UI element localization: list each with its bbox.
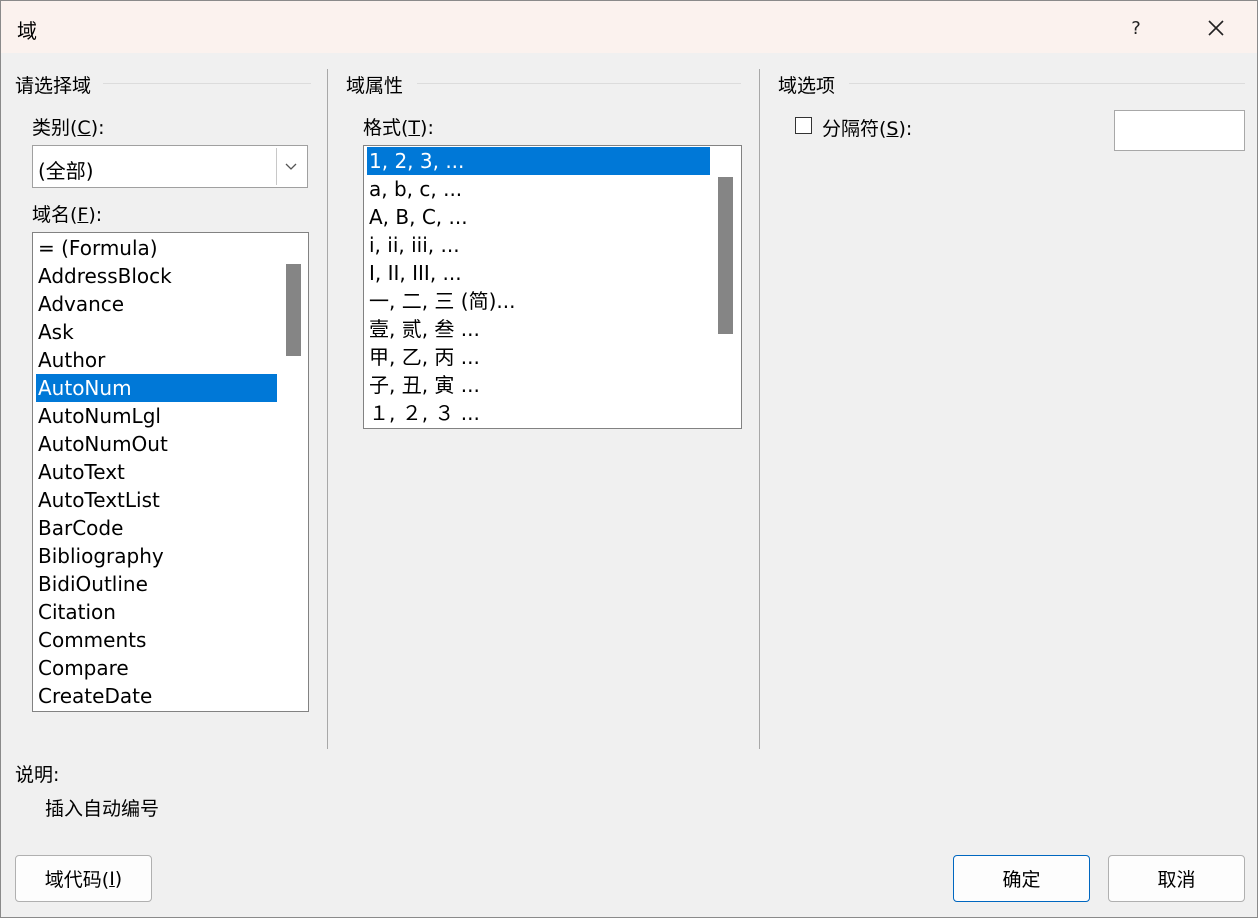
list-item[interactable]: = (Formula) xyxy=(36,234,277,262)
list-item[interactable]: Bibliography xyxy=(36,542,277,570)
help-button[interactable]: ? xyxy=(1113,9,1159,47)
field-name-label: 域名(F): xyxy=(32,204,103,226)
list-item[interactable]: BidiOutline xyxy=(36,570,277,598)
field-properties-heading: 域属性 xyxy=(346,75,404,97)
category-dropdown[interactable]: (全部) xyxy=(32,145,308,188)
separator-label: 分隔符(S): xyxy=(822,118,913,140)
section-divider xyxy=(849,83,1245,84)
column-divider xyxy=(327,69,328,749)
chevron-down-icon[interactable] xyxy=(276,148,305,185)
list-item[interactable]: I, II, III, ... xyxy=(367,259,710,287)
list-item[interactable]: AddressBlock xyxy=(36,262,277,290)
list-item[interactable]: BarCode xyxy=(36,514,277,542)
description-text: 插入自动编号 xyxy=(45,798,160,820)
list-item[interactable]: CreateDate xyxy=(36,682,277,710)
category-value: (全部) xyxy=(38,159,94,183)
list-item[interactable]: A, B, C, ... xyxy=(367,203,710,231)
list-item[interactable]: 壹, 贰, 叁 ... xyxy=(367,315,710,343)
list-item[interactable]: 1, 2, 3, ... xyxy=(367,147,710,175)
list-item[interactable]: AutoTextList xyxy=(36,486,277,514)
field-name-list[interactable]: = (Formula) AddressBlock Advance Ask Author A… xyxy=(32,232,309,712)
column-divider xyxy=(759,69,760,749)
title-bar: 域 ? xyxy=(1,1,1257,53)
close-button[interactable] xyxy=(1193,9,1239,47)
field-options-heading: 域选项 xyxy=(778,75,836,97)
description-label: 说明: xyxy=(15,764,60,786)
list-item[interactable]: i, ii, iii, ... xyxy=(367,231,710,259)
section-divider xyxy=(417,83,741,84)
list-item[interactable]: a, b, c, ... xyxy=(367,175,710,203)
list-item[interactable]: Advance xyxy=(36,290,277,318)
list-item[interactable]: Ask xyxy=(36,318,277,346)
separator-input[interactable] xyxy=(1114,110,1245,151)
field-dialog: 域 ? 请选择域 类别(C): (全部) 域名(F): = (Formula) A… xyxy=(0,0,1258,918)
list-item[interactable]: １, ２, ３ ... xyxy=(367,399,710,427)
format-list[interactable]: 1, 2, 3, ... a, b, c, ... A, B, C, ... i, i… xyxy=(363,145,742,429)
category-label: 类别(C): xyxy=(32,117,105,139)
field-list-scrollbar-thumb[interactable] xyxy=(286,264,301,356)
ok-button[interactable]: 确定 xyxy=(953,855,1090,902)
list-item[interactable]: Author xyxy=(36,346,277,374)
list-item[interactable]: 子, 丑, 寅 ... xyxy=(367,371,710,399)
list-item[interactable]: 甲, 乙, 丙 ... xyxy=(367,343,710,371)
list-item[interactable]: 一, 二, 三 (简)... xyxy=(367,287,710,315)
close-icon xyxy=(1208,20,1224,36)
list-item[interactable]: Compare xyxy=(36,654,277,682)
dialog-title: 域 xyxy=(17,19,37,43)
section-divider xyxy=(103,83,311,84)
field-codes-button[interactable]: 域代码(I) xyxy=(15,855,152,902)
select-field-heading: 请选择域 xyxy=(15,75,92,97)
list-item[interactable]: AutoNumLgl xyxy=(36,402,277,430)
format-list-scrollbar-thumb[interactable] xyxy=(718,177,733,334)
list-item[interactable]: AutoNum xyxy=(36,374,277,402)
cancel-button[interactable]: 取消 xyxy=(1108,855,1245,902)
format-label: 格式(T): xyxy=(363,117,434,139)
separator-checkbox[interactable] xyxy=(795,117,812,134)
list-item[interactable]: Citation xyxy=(36,598,277,626)
list-item[interactable]: AutoText xyxy=(36,458,277,486)
list-item[interactable]: Comments xyxy=(36,626,277,654)
list-item[interactable]: AutoNumOut xyxy=(36,430,277,458)
